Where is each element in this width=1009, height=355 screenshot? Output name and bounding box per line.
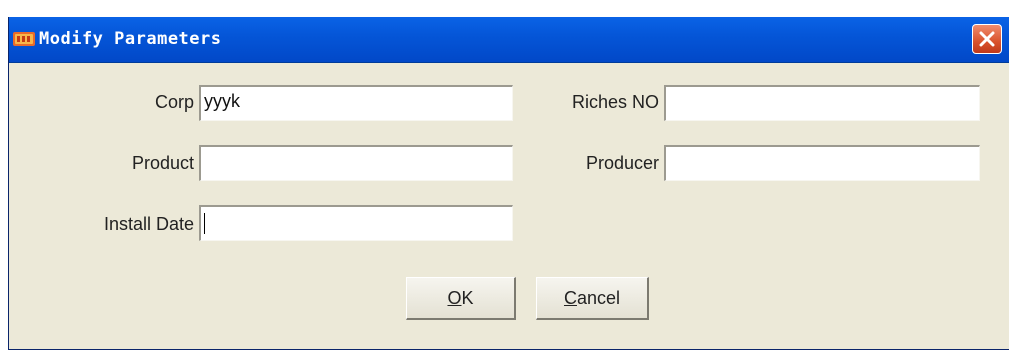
close-button[interactable] xyxy=(972,24,1002,54)
close-icon xyxy=(979,31,995,47)
ok-label-rest: K xyxy=(461,288,474,308)
cancel-button[interactable]: Cancel xyxy=(536,277,649,320)
text-caret xyxy=(204,213,205,234)
ok-mnemonic: O xyxy=(447,288,462,308)
cancel-label-rest: ancel xyxy=(576,288,621,308)
ok-button[interactable]: OK xyxy=(406,277,516,320)
app-logo-icon xyxy=(13,32,35,46)
product-label: Product xyxy=(131,153,194,173)
modify-parameters-dialog: Modify Parameters Corp yyyk Riches NO Pr… xyxy=(8,17,1009,350)
install-date-field[interactable] xyxy=(199,205,513,241)
producer-label: Producer xyxy=(585,153,659,173)
corp-field[interactable]: yyyk xyxy=(199,85,513,121)
title-bar[interactable]: Modify Parameters xyxy=(9,17,1009,63)
dialog-title: Modify Parameters xyxy=(39,29,222,49)
app-logo xyxy=(13,30,35,52)
cancel-mnemonic: C xyxy=(563,288,577,308)
producer-field[interactable] xyxy=(664,145,980,181)
riches-no-label: Riches NO xyxy=(571,92,659,112)
install-date-label: Install Date xyxy=(103,214,194,234)
corp-label: Corp xyxy=(154,92,194,112)
product-field[interactable] xyxy=(199,145,513,181)
riches-no-field[interactable] xyxy=(664,85,980,121)
